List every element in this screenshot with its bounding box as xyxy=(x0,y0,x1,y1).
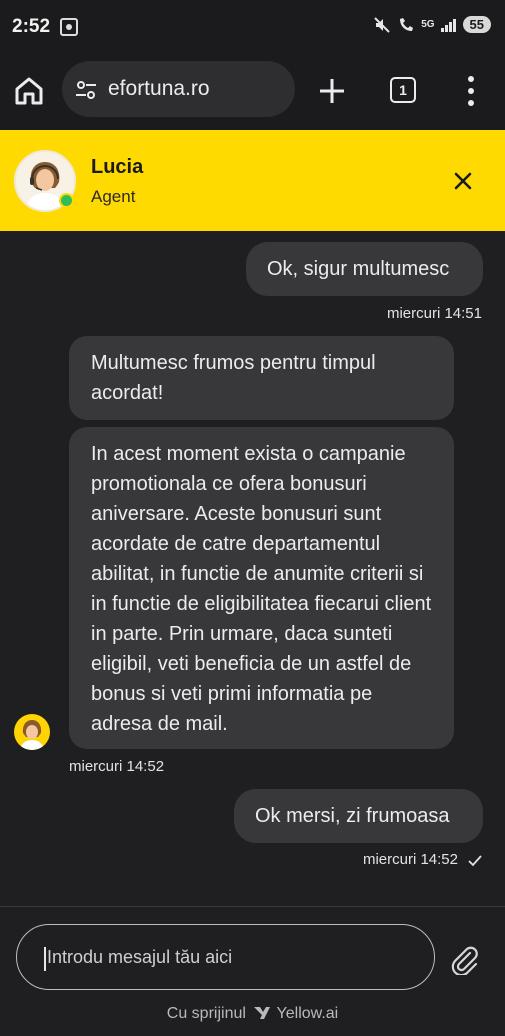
powered-by-brand[interactable]: Yellow.ai xyxy=(277,1005,339,1022)
signal-icon xyxy=(440,18,456,32)
message-text: In acest moment exista o campanie promot… xyxy=(91,443,432,735)
message-text: Ok, sigur multumesc xyxy=(267,258,450,280)
message-input[interactable]: Introdu mesajul tău aici xyxy=(16,924,435,990)
composer: Introdu mesajul tău aici Cu sprijinul Ye… xyxy=(0,906,505,1036)
close-icon[interactable] xyxy=(450,168,476,194)
agent-message: In acest moment exista o campanie promot… xyxy=(69,427,454,749)
online-status-dot xyxy=(59,193,74,208)
check-icon xyxy=(468,855,482,867)
message-text: Ok mersi, zi frumoasa xyxy=(255,805,450,827)
site-settings-icon[interactable] xyxy=(76,80,96,100)
message-text: Multumesc frumos pentru timpul acordat! xyxy=(91,352,376,404)
attachment-icon[interactable] xyxy=(450,945,480,975)
status-time: 2:52 xyxy=(12,16,51,37)
text-caret xyxy=(44,947,46,971)
message-timestamp: miercuri 14:51 xyxy=(386,305,482,322)
url-text[interactable]: efortuna.ro xyxy=(108,77,210,101)
browser-toolbar: efortuna.ro 1 xyxy=(0,56,505,130)
user-message: Ok mersi, zi frumoasa xyxy=(234,789,483,843)
network-type: 5G xyxy=(421,19,435,30)
yellow-ai-logo-icon xyxy=(254,1007,271,1019)
message-input-placeholder[interactable]: Introdu mesajul tău aici xyxy=(47,947,232,968)
more-vert-icon[interactable] xyxy=(462,74,480,108)
agent-message: Multumesc frumos pentru timpul acordat! xyxy=(69,336,454,420)
address-bar[interactable]: efortuna.ro xyxy=(62,61,295,117)
battery-indicator: 55 xyxy=(462,16,491,33)
powered-by-text: Cu sprijinul xyxy=(166,1005,246,1022)
status-icons: 5G 55 xyxy=(373,16,491,33)
home-icon[interactable] xyxy=(12,74,46,108)
agent-name: Lucia xyxy=(91,156,144,178)
agent-portrait-icon xyxy=(20,720,44,750)
user-message: Ok, sigur multumesc xyxy=(246,242,483,296)
tab-switcher-icon[interactable]: 1 xyxy=(390,77,416,103)
mute-icon xyxy=(374,16,390,33)
status-bar: 2:52 5G 55 xyxy=(0,0,505,56)
new-tab-icon[interactable] xyxy=(316,75,348,107)
message-timestamp: miercuri 14:52 xyxy=(362,851,458,868)
powered-by: Cu sprijinul Yellow.ai xyxy=(0,1005,505,1023)
screen-record-icon xyxy=(60,18,78,36)
wifi-call-icon xyxy=(400,17,414,31)
message-timestamp: miercuri 14:52 xyxy=(69,758,165,775)
chat-messages: Ok, sigur multumesc miercuri 14:51 Multu… xyxy=(0,231,505,906)
agent-small-avatar xyxy=(14,714,50,750)
chat-header: Lucia Agent xyxy=(0,130,505,231)
agent-role: Agent xyxy=(91,187,136,206)
